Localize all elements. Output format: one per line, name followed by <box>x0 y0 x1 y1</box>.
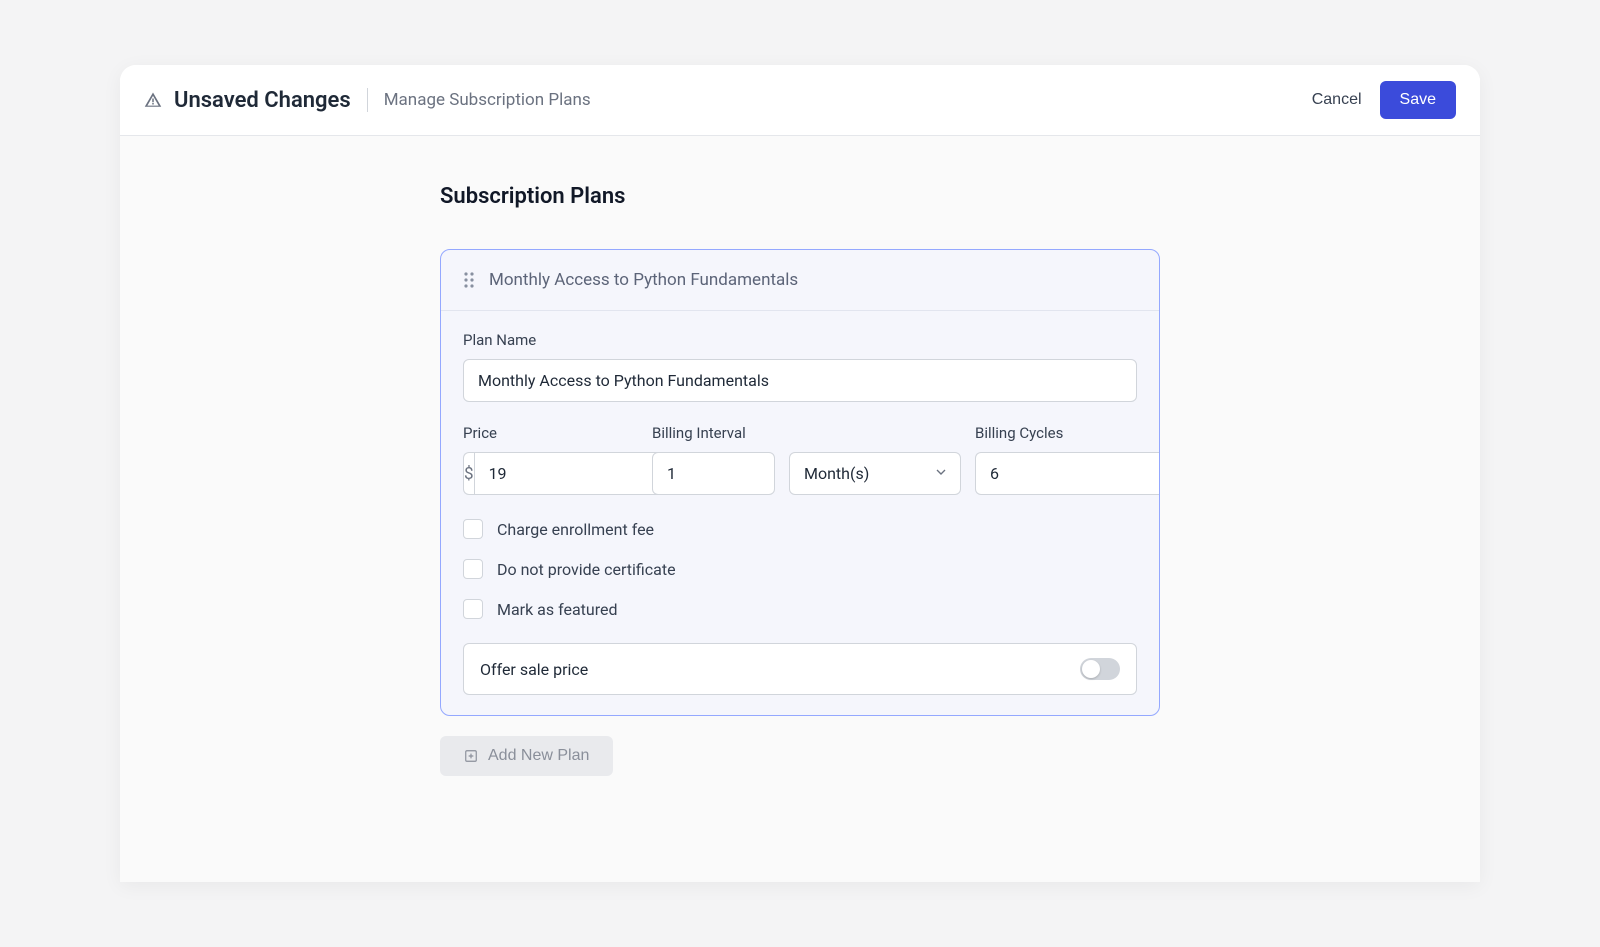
cycles-input[interactable] <box>975 452 1160 495</box>
breadcrumb-divider <box>367 88 368 112</box>
featured-row: Mark as featured <box>463 599 1137 619</box>
interval-label: Billing Interval <box>652 424 961 442</box>
plan-card-header: Monthly Access to Python Fundamentals <box>441 250 1159 311</box>
add-new-plan-button[interactable]: Add New Plan <box>440 736 613 776</box>
sale-price-row: Offer sale price <box>463 643 1137 695</box>
sale-price-toggle[interactable] <box>1080 658 1120 680</box>
sale-price-label: Offer sale price <box>480 660 588 679</box>
certificate-row: Do not provide certificate <box>463 559 1137 579</box>
enrollment-fee-checkbox[interactable] <box>463 519 483 539</box>
page-container: Unsaved Changes Manage Subscription Plan… <box>120 65 1480 882</box>
enrollment-fee-row: Charge enrollment fee <box>463 519 1137 539</box>
price-label: Price <box>463 424 638 442</box>
main-area: Subscription Plans Monthly Access to Pyt… <box>120 136 1480 882</box>
drag-handle-icon[interactable] <box>463 271 475 289</box>
plan-name-label: Plan Name <box>463 331 1137 349</box>
plan-header-title: Monthly Access to Python Fundamentals <box>489 270 798 290</box>
interval-column: Billing Interval Month(s) <box>652 424 961 495</box>
enrollment-fee-label: Charge enrollment fee <box>497 520 654 539</box>
price-group: $ <box>463 452 638 495</box>
pricing-row: Price $ Billing Interval Mont <box>463 424 1137 495</box>
cancel-button[interactable]: Cancel <box>1312 91 1362 109</box>
header-right: Cancel Save <box>1312 81 1456 119</box>
plan-card: Monthly Access to Python Fundamentals Pl… <box>440 249 1160 716</box>
certificate-label: Do not provide certificate <box>497 560 676 579</box>
add-new-plan-label: Add New Plan <box>488 747 589 765</box>
page-header: Unsaved Changes Manage Subscription Plan… <box>120 65 1480 136</box>
currency-symbol: $ <box>463 452 474 495</box>
plan-card-body: Plan Name Price $ Billing Interval <box>441 311 1159 715</box>
interval-unit-select[interactable]: Month(s) <box>789 452 961 495</box>
toggle-knob <box>1082 660 1100 678</box>
interval-input[interactable] <box>652 452 775 495</box>
content-column: Subscription Plans Monthly Access to Pyt… <box>440 184 1160 882</box>
save-button[interactable]: Save <box>1380 81 1456 119</box>
interval-unit-wrap: Month(s) <box>789 452 961 495</box>
featured-checkbox[interactable] <box>463 599 483 619</box>
price-column: Price $ <box>463 424 638 495</box>
header-left: Unsaved Changes Manage Subscription Plan… <box>144 88 591 113</box>
featured-label: Mark as featured <box>497 600 618 619</box>
certificate-checkbox[interactable] <box>463 559 483 579</box>
warning-icon <box>144 91 162 109</box>
plan-name-input[interactable] <box>463 359 1137 402</box>
plus-icon <box>464 749 478 763</box>
cycles-label: Billing Cycles <box>975 424 1151 442</box>
cycles-group: Times <box>975 452 1151 495</box>
page-title: Subscription Plans <box>440 184 1160 209</box>
cycles-column: Billing Cycles Times <box>975 424 1151 495</box>
unsaved-changes-label: Unsaved Changes <box>174 88 351 113</box>
breadcrumb: Manage Subscription Plans <box>384 90 591 110</box>
